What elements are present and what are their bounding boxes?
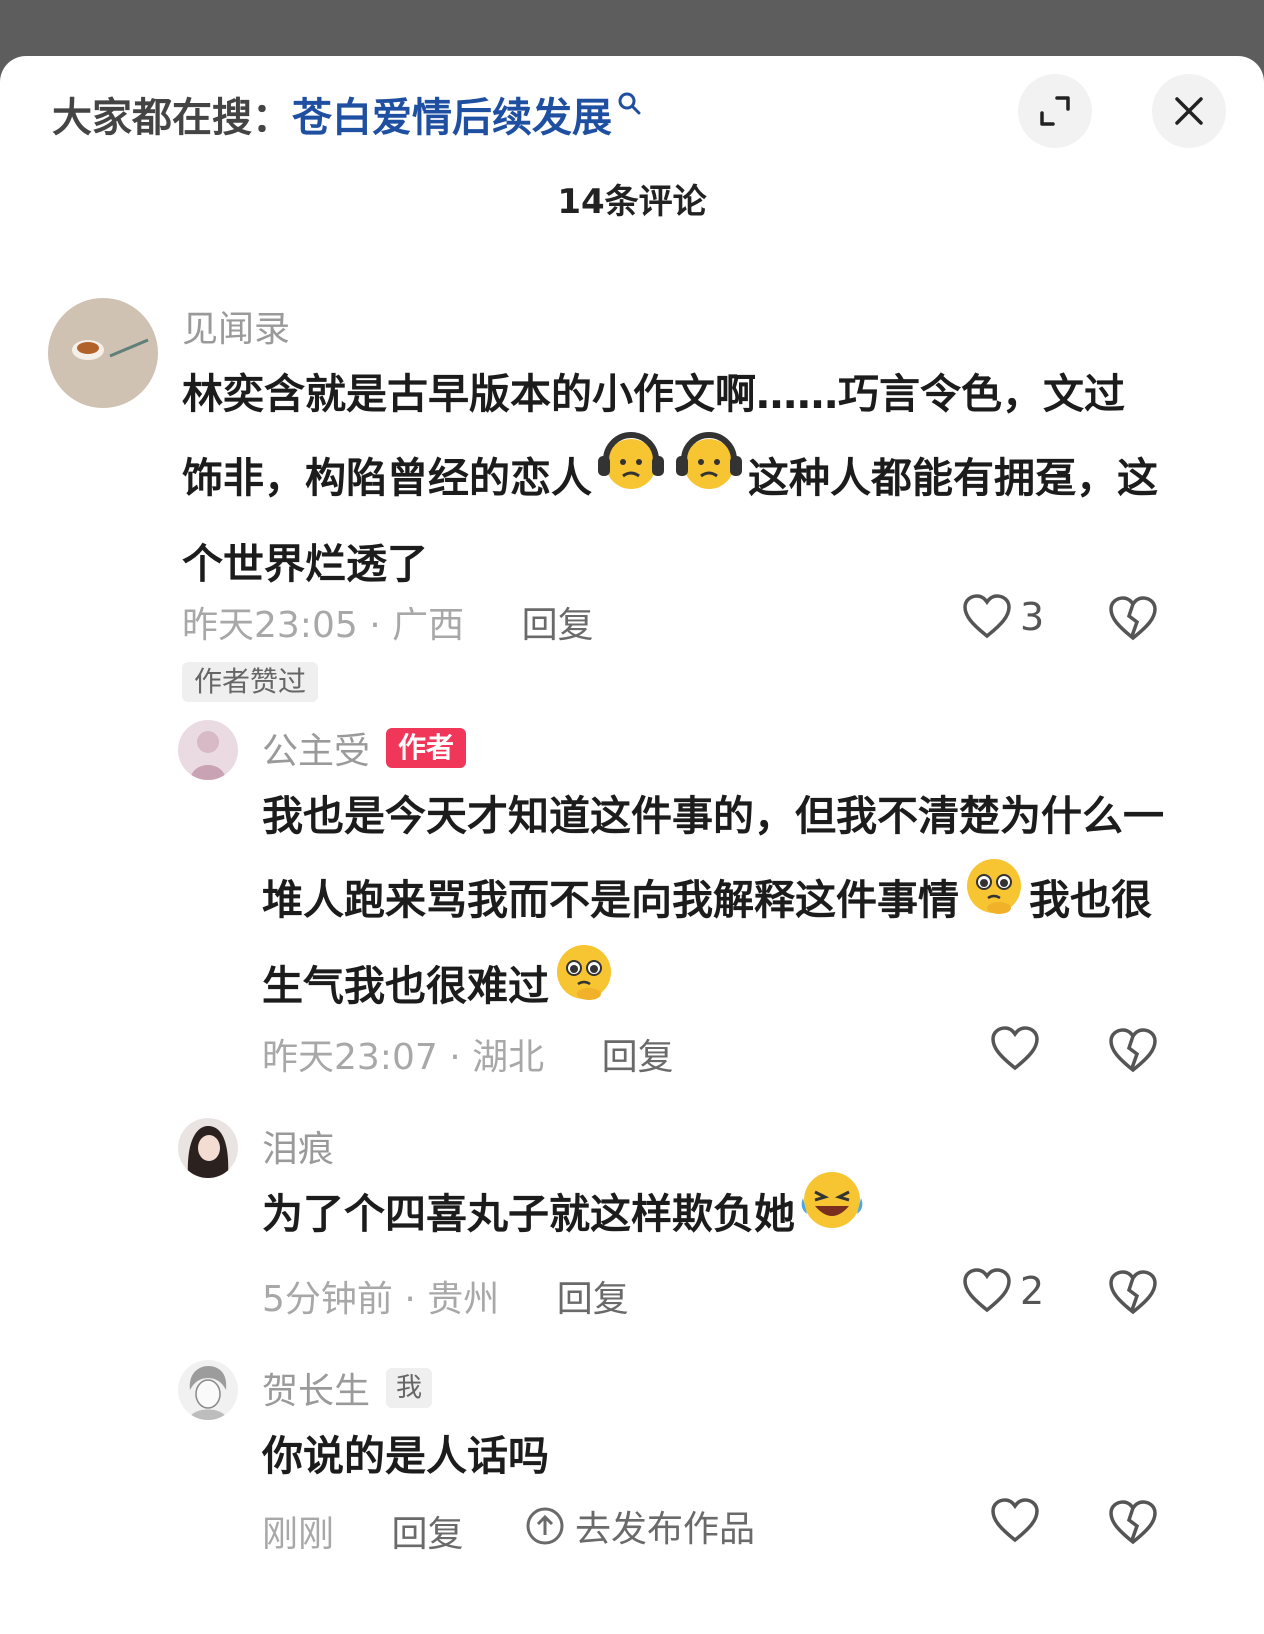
meta-separator: · (404, 1279, 416, 1320)
comment-username[interactable]: 见闻录 (182, 300, 290, 352)
avatar-girl-image (178, 1118, 238, 1178)
search-icon (618, 92, 641, 115)
comment-time: 刚刚 (262, 1514, 335, 1555)
comment-meta: 昨天23:07 · 湖北 回复 (262, 1028, 674, 1080)
heart-icon (991, 1026, 1039, 1071)
avatar[interactable] (178, 720, 238, 780)
dislike-button[interactable] (1108, 1500, 1158, 1550)
comment-location: 湖北 (472, 1037, 545, 1078)
search-suggestion[interactable]: 大家都在搜： 苍白爱情后续发展 (52, 84, 642, 144)
comment-meta: 昨天23:05 · 广西 回复 (182, 596, 594, 648)
dislike-button[interactable] (1108, 596, 1158, 646)
comment-text: 为了个四喜丸子就这样欺负她 (262, 1172, 1172, 1260)
broken-heart-icon (1109, 1028, 1157, 1073)
comment-time: 5分钟前 (262, 1279, 393, 1320)
comment-text: 你说的是人话吗 (262, 1432, 549, 1480)
meta-separator: · (369, 605, 381, 646)
like-count: 2 (1020, 1269, 1045, 1313)
like-button[interactable]: 2 (962, 1268, 1044, 1314)
heart-icon (963, 1268, 1011, 1313)
like-button[interactable]: 3 (962, 594, 1044, 640)
reply-button[interactable]: 回复 (522, 605, 594, 646)
reply-button[interactable]: 回复 (391, 1514, 463, 1555)
broken-heart-icon (1109, 1270, 1157, 1315)
rolling-laughing-emoji (795, 1164, 869, 1260)
dislike-button[interactable] (1108, 1270, 1158, 1320)
comment-meta: 5分钟前 · 贵州 回复 (262, 1270, 629, 1322)
like-button[interactable] (990, 1026, 1048, 1072)
upload-arrow-icon (526, 1507, 564, 1545)
dislike-button[interactable] (1108, 1028, 1158, 1078)
reply-button[interactable]: 回复 (557, 1279, 629, 1320)
comment-count-title: 14条评论 (557, 182, 707, 222)
expand-button[interactable] (1018, 74, 1092, 148)
comment-time: 昨天23:05 (182, 605, 358, 646)
publish-work-button[interactable]: 去发布作品 (525, 1500, 755, 1552)
comment-username[interactable]: 泪痕 (262, 1120, 334, 1172)
like-count: 3 (1020, 595, 1045, 639)
like-button[interactable] (990, 1498, 1048, 1544)
comment-meta: 刚刚 回复 去发布作品 (262, 1500, 755, 1557)
expand-icon (1040, 96, 1070, 126)
comment-location: 贵州 (427, 1279, 500, 1320)
author-badge: 作者 (386, 728, 467, 768)
comment-username[interactable]: 贺长生 我 (262, 1362, 433, 1414)
close-button[interactable] (1152, 74, 1226, 148)
broken-heart-icon (1109, 1500, 1157, 1545)
avatar-tea-image (48, 298, 158, 408)
avatar[interactable] (178, 1118, 238, 1178)
sad-headphones-emoji (670, 430, 748, 522)
close-icon (1175, 97, 1203, 125)
reply-button[interactable]: 回复 (602, 1037, 674, 1078)
avatar[interactable] (48, 298, 158, 408)
comment-text: 林奕含就是古早版本的小作文啊……巧言令色，文过饰非，构陷曾经的恋人 这种人都能有拥… (182, 370, 1158, 588)
sad-headphones-emoji (592, 430, 670, 522)
broken-heart-icon (1109, 596, 1157, 641)
heart-icon (963, 594, 1011, 639)
avatar[interactable] (178, 1360, 238, 1420)
avatar-sketch-image (178, 1360, 238, 1420)
heart-icon (991, 1498, 1039, 1543)
comment-location: 广西 (392, 605, 465, 646)
pleading-face-emoji (959, 852, 1029, 944)
comment-sheet: 大家都在搜： 苍白爱情后续发展 14条评论 见闻录 林奕含就是古早版本的小作文啊 (0, 56, 1264, 1634)
avatar-girl-image (178, 720, 238, 780)
pleading-face-emoji (549, 938, 619, 1030)
search-query-link[interactable]: 苍白爱情后续发展 (292, 85, 612, 143)
meta-separator: · (449, 1037, 461, 1078)
comment-text: 我也是今天才知道这件事的，但我不清楚为什么一堆人跑来骂我而不是向我解释这件事情我… (262, 774, 1172, 1030)
author-liked-tag: 作者赞过 (182, 662, 319, 702)
comment-username[interactable]: 公主受 作者 (262, 722, 467, 774)
comment-time: 昨天23:07 (262, 1037, 438, 1078)
search-prefix: 大家都在搜： (52, 95, 292, 141)
me-badge: 我 (386, 1368, 433, 1408)
